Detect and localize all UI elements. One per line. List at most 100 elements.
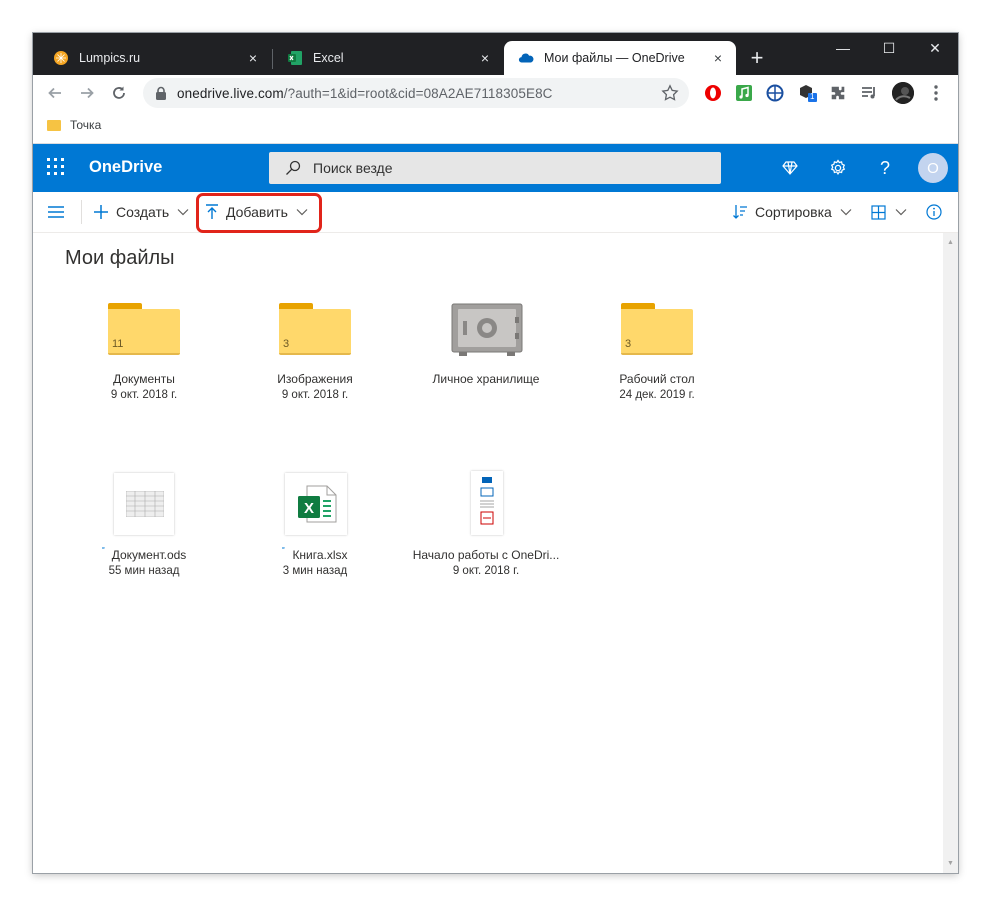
account-avatar[interactable]: O xyxy=(918,153,948,183)
plus-icon xyxy=(94,205,108,219)
item-date: 9 окт. 2018 г. xyxy=(452,565,520,577)
scroll-down-arrow-icon[interactable]: ▼ xyxy=(943,856,958,871)
vpn-extension-icon[interactable] xyxy=(765,83,785,103)
hamburger-icon xyxy=(48,206,64,218)
gear-icon xyxy=(830,159,846,176)
grid-view-icon xyxy=(871,204,886,220)
sort-icon xyxy=(733,205,747,219)
kebab-menu-icon[interactable] xyxy=(926,83,946,103)
folder-icon: 3 xyxy=(240,285,390,371)
item-count: 3 xyxy=(625,338,632,350)
item-count: 3 xyxy=(283,338,290,350)
opera-extension-icon[interactable] xyxy=(703,83,723,103)
tab-title: Lumpics.ru xyxy=(79,51,141,65)
view-switcher-button[interactable] xyxy=(871,192,907,232)
item-date: 3 мин назад xyxy=(282,565,348,577)
vertical-scrollbar[interactable]: ▲ ▼ xyxy=(943,233,958,873)
forward-button[interactable] xyxy=(73,79,101,107)
create-label: Создать xyxy=(116,204,170,220)
puzzle-extensions-icon[interactable] xyxy=(828,83,848,103)
url-path: /?auth=1&id=root&cid=08A2AE7118305E8C xyxy=(283,85,553,101)
close-window-button[interactable]: ✕ xyxy=(912,33,958,63)
search-icon xyxy=(286,160,301,175)
tab-excel[interactable]: Excel × xyxy=(273,41,503,75)
chevron-down-icon xyxy=(177,209,189,216)
search-box[interactable] xyxy=(269,152,721,184)
address-bar[interactable]: onedrive.live.com/?auth=1&id=root&cid=08… xyxy=(143,78,689,108)
search-input[interactable] xyxy=(311,159,695,177)
url-text: onedrive.live.com/?auth=1&id=root&cid=08… xyxy=(177,86,553,101)
extension-badge: 1 xyxy=(810,92,815,101)
onedrive-favicon xyxy=(518,50,534,66)
sort-label: Сортировка xyxy=(755,204,832,220)
item-name: Рабочий стол xyxy=(619,372,695,386)
folder-icon: 11 xyxy=(69,285,219,371)
info-icon xyxy=(926,204,942,220)
item-date: 9 окт. 2018 г. xyxy=(281,389,349,401)
folder-tile[interactable]: 11 Документы 9 окт. 2018 г. xyxy=(69,285,219,403)
file-tile[interactable]: Начало работы с OneDri... 9 окт. 2018 г. xyxy=(411,461,561,579)
file-tile[interactable]: Документ.ods 55 мин назад xyxy=(69,461,219,579)
waffle-icon[interactable] xyxy=(47,158,65,176)
folder-icon xyxy=(47,119,61,131)
new-item-icon xyxy=(101,547,105,549)
maximize-button[interactable]: ☐ xyxy=(866,33,912,63)
file-tile[interactable]: X Книга.xlsx 3 мин назад xyxy=(240,461,390,579)
item-date: 24 дек. 2019 г. xyxy=(619,389,695,401)
item-date: 55 мин назад xyxy=(108,565,180,577)
tab-lumpics[interactable]: Lumpics.ru × xyxy=(39,41,271,75)
bookmark-folder[interactable]: Точка xyxy=(47,118,101,132)
package-extension-icon[interactable]: 1 xyxy=(797,83,817,103)
item-name: Личное хранилище xyxy=(432,372,540,386)
premium-diamond-button[interactable] xyxy=(778,156,802,180)
item-date: 9 окт. 2018 г. xyxy=(110,389,178,401)
lock-icon xyxy=(156,86,166,100)
folder-tile[interactable]: 3 Изображения 9 окт. 2018 г. xyxy=(240,285,390,403)
lumpics-favicon xyxy=(53,50,69,66)
spreadsheet-file-icon xyxy=(69,461,219,547)
item-name: Книга.xlsx xyxy=(240,547,390,563)
back-button[interactable] xyxy=(41,79,69,107)
tab-strip: Lumpics.ru × Excel × Мои файлы — OneDriv… xyxy=(33,33,958,75)
create-button[interactable]: Создать xyxy=(93,192,189,232)
nav-menu-button[interactable] xyxy=(47,192,65,232)
tab-title: Мои файлы — OneDrive xyxy=(544,51,685,65)
scroll-up-arrow-icon[interactable]: ▲ xyxy=(943,235,958,250)
onedrive-brand-link[interactable]: OneDrive xyxy=(89,158,162,177)
pdf-document-icon xyxy=(411,461,561,547)
item-name: Изображения xyxy=(277,372,353,386)
onedrive-header: OneDrive ? O xyxy=(33,144,958,192)
close-tab-icon[interactable]: × xyxy=(241,46,265,70)
folder-icon: 3 xyxy=(582,285,732,371)
help-button[interactable]: ? xyxy=(873,156,897,180)
info-button[interactable] xyxy=(926,192,942,232)
bookmarks-bar: Точка xyxy=(33,111,958,144)
close-tab-icon[interactable]: × xyxy=(473,46,497,70)
browser-toolbar: onedrive.live.com/?auth=1&id=root&cid=08… xyxy=(33,75,958,111)
command-bar: Создать Добавить Сортировка xyxy=(33,192,958,233)
forward-arrow-icon xyxy=(81,87,94,99)
diamond-icon xyxy=(782,161,798,175)
star-icon[interactable] xyxy=(661,84,679,102)
chevron-down-icon xyxy=(895,209,907,216)
excel-file-icon: X xyxy=(240,461,390,547)
folder-tile[interactable]: 3 Рабочий стол 24 дек. 2019 г. xyxy=(582,285,732,403)
item-name: Документ.ods xyxy=(69,547,219,563)
page-title: Мои файлы xyxy=(65,247,175,269)
profile-avatar[interactable] xyxy=(892,82,914,104)
tab-onedrive[interactable]: Мои файлы — OneDrive × xyxy=(504,41,736,75)
close-tab-icon[interactable]: × xyxy=(706,46,730,70)
settings-button[interactable] xyxy=(826,156,850,180)
vault-tile[interactable]: Личное хранилище xyxy=(411,285,561,387)
excel-favicon xyxy=(287,50,303,66)
new-item-icon xyxy=(282,547,286,549)
new-tab-button[interactable]: + xyxy=(746,47,768,69)
minimize-button[interactable]: — xyxy=(820,33,866,63)
sort-button[interactable]: Сортировка xyxy=(732,192,852,232)
reload-button[interactable] xyxy=(105,79,133,107)
music-extension-icon[interactable] xyxy=(734,83,754,103)
divider xyxy=(81,200,82,224)
bookmark-label: Точка xyxy=(70,118,102,132)
media-control-icon[interactable] xyxy=(859,83,879,103)
back-arrow-icon xyxy=(48,87,61,99)
